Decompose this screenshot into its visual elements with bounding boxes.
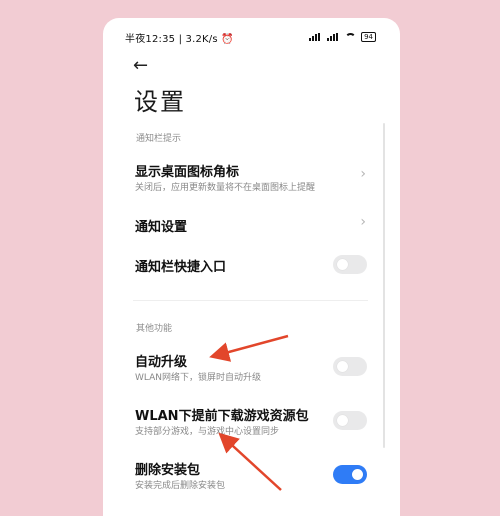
- setting-title: 通知栏快捷入口: [135, 260, 227, 275]
- setting-subtitle: 关闭后，应用更新数量将不在桌面图标上提醒: [135, 183, 316, 193]
- toggle-knob: [352, 469, 363, 480]
- alarm-clock-icon: ⏰: [221, 34, 234, 45]
- status-time-speed: 半夜12:35 | 3.2K/s ⏰: [125, 34, 234, 45]
- signal-icon: [309, 33, 322, 41]
- setting-subtitle: 安装完成后删除安装包: [135, 481, 226, 491]
- auto-upgrade-toggle[interactable]: [333, 357, 367, 376]
- section-label-notification: 通知栏提示: [136, 134, 182, 144]
- status-bar: 半夜12:35 | 3.2K/s ⏰ 94: [103, 30, 400, 46]
- section-label-other: 其他功能: [136, 324, 173, 334]
- battery-icon: 94: [361, 32, 376, 42]
- back-arrow-icon[interactable]: ←: [133, 55, 148, 76]
- toggle-knob: [337, 361, 348, 372]
- setting-subtitle: 支持部分游戏，与游戏中心设置同步: [135, 427, 280, 437]
- wlan-download-toggle[interactable]: [333, 411, 367, 430]
- section-divider: [133, 300, 368, 301]
- setting-title: WLAN下提前下载游戏资源包: [135, 409, 309, 424]
- setting-title: 通知设置: [135, 220, 188, 235]
- toggle-knob: [337, 259, 348, 270]
- shortcut-toggle[interactable]: [333, 255, 367, 274]
- signal-icon: [327, 33, 340, 41]
- page-title: 设置: [134, 88, 186, 116]
- wifi-icon: [345, 33, 357, 41]
- scrollbar[interactable]: [383, 123, 385, 448]
- setting-title: 删除安装包: [135, 463, 201, 478]
- delete-package-toggle[interactable]: [333, 465, 367, 484]
- toggle-knob: [337, 415, 348, 426]
- phone-screen: 半夜12:35 | 3.2K/s ⏰ 94 ← 设置 通知栏提示 显示桌面图标角…: [103, 18, 400, 516]
- chevron-right-icon: ›: [360, 166, 366, 182]
- chevron-right-icon: ›: [360, 214, 366, 230]
- setting-subtitle: WLAN网络下，锁屏时自动升级: [135, 373, 262, 383]
- status-icons: 94: [309, 32, 376, 42]
- setting-title: 自动升级: [135, 355, 188, 370]
- setting-title: 显示桌面图标角标: [135, 165, 240, 180]
